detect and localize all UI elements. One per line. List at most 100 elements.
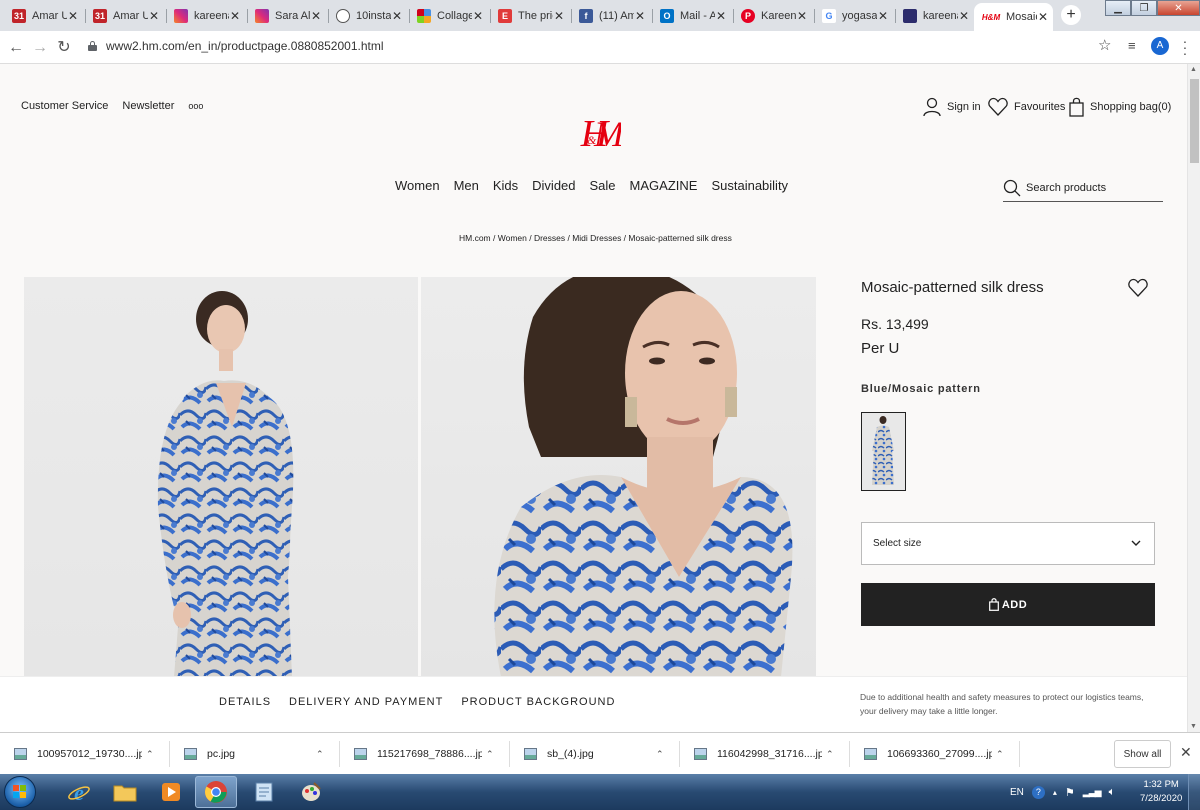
close-tab-icon[interactable]: ✕ [634, 9, 646, 23]
close-tab-icon[interactable]: ✕ [391, 9, 403, 23]
color-swatch-blue-mosaic[interactable] [861, 412, 906, 491]
instagram-favicon-icon [174, 9, 188, 23]
browser-tab[interactable]: Sara Ali ✕ [247, 3, 326, 29]
minimize-window-button[interactable]: ▁ [1105, 0, 1131, 16]
file-explorer-taskbar-icon[interactable] [104, 776, 146, 808]
internet-explorer-taskbar-icon[interactable]: e [58, 776, 100, 808]
tab-details[interactable]: DETAILS [219, 696, 271, 708]
nav-item-men[interactable]: Men [454, 178, 479, 193]
chevron-up-icon[interactable]: ⌃ [146, 749, 154, 760]
shopping-bag-link[interactable]: Shopping bag(0) [1069, 97, 1171, 117]
network-signal-icon[interactable]: ▂▃▅ [1083, 787, 1102, 798]
chevron-up-icon[interactable]: ⌃ [996, 749, 1004, 760]
close-tab-icon[interactable]: ✕ [148, 9, 160, 23]
close-tab-icon[interactable]: ✕ [877, 9, 889, 23]
browser-tab[interactable]: G yogasan ✕ [814, 3, 893, 29]
volume-icon[interactable]: 🔈︎ [1109, 786, 1116, 799]
shopping-bag-icon [1069, 97, 1084, 117]
browser-tab[interactable]: Collage ✕ [409, 3, 488, 29]
close-tab-icon[interactable]: ✕ [310, 9, 322, 23]
browser-tab[interactable]: 31 Amar Uj ✕ [4, 3, 83, 29]
favourites-link[interactable]: Favourites [988, 97, 1065, 116]
media-player-taskbar-icon[interactable] [150, 776, 192, 808]
app-taskbar-icon[interactable] [243, 776, 285, 808]
close-tab-icon[interactable]: ✕ [715, 9, 727, 23]
profile-avatar[interactable]: A [1151, 37, 1169, 55]
chevron-up-icon[interactable]: ⌃ [316, 749, 324, 760]
forward-arrow-icon[interactable]: → [30, 38, 50, 58]
browser-tab[interactable]: kareena ✕ [166, 3, 245, 29]
close-tab-icon[interactable]: ✕ [796, 9, 808, 23]
download-item[interactable]: 116042998_31716....jpg ⌃ [680, 733, 850, 775]
reading-list-icon[interactable]: ≡ [1128, 38, 1136, 53]
nav-item-sustainability[interactable]: Sustainability [711, 178, 788, 193]
system-clock[interactable]: 1:32 PM 7/28/2020 [1140, 778, 1182, 806]
back-arrow-icon[interactable]: ← [6, 38, 26, 58]
close-tab-icon[interactable]: ✕ [958, 9, 970, 23]
paint-taskbar-icon[interactable] [290, 776, 332, 808]
browser-tab[interactable]: f (11) Am ✕ [571, 3, 650, 29]
add-to-bag-button[interactable]: ADD [861, 583, 1155, 626]
tab-delivery-and-payment[interactable]: DELIVERY AND PAYMENT [289, 696, 443, 708]
restore-window-button[interactable]: ❐ [1131, 0, 1157, 16]
scrollbar-thumb[interactable] [1190, 79, 1199, 163]
main-navigation: Women Men Kids Divided Sale MAGAZINE Sus… [395, 178, 788, 193]
close-tab-icon[interactable]: ✕ [472, 9, 484, 23]
chrome-taskbar-icon[interactable] [195, 776, 237, 808]
browser-tab[interactable]: E The pric ✕ [490, 3, 569, 29]
nav-item-kids[interactable]: Kids [493, 178, 518, 193]
close-window-button[interactable]: ✕ [1157, 0, 1200, 16]
page-scrollbar[interactable]: ▲ ▼ [1187, 64, 1200, 732]
download-item[interactable]: 100957012_19730....jpg ⌃ [0, 733, 170, 775]
start-button[interactable] [4, 776, 36, 808]
bookmark-star-icon[interactable]: ☆ [1098, 36, 1111, 54]
flag-icon[interactable]: ⚑ [1065, 786, 1075, 799]
product-image-close-up[interactable] [421, 277, 816, 677]
nav-item-magazine[interactable]: MAGAZINE [630, 178, 698, 193]
add-to-favourites-heart-icon[interactable] [1128, 278, 1148, 297]
chevron-up-icon[interactable]: ⌃ [826, 749, 834, 760]
scroll-down-arrow-icon[interactable]: ▼ [1190, 723, 1197, 730]
show-all-downloads-button[interactable]: Show all [1114, 740, 1171, 768]
utility-links: Customer Service Newsletter ooo [21, 100, 203, 112]
download-item[interactable]: sb_(4).jpg ⌃ [510, 733, 680, 775]
nav-item-sale[interactable]: Sale [590, 178, 616, 193]
nav-item-women[interactable]: Women [395, 178, 440, 193]
download-item[interactable]: pc.jpg ⌃ [170, 733, 340, 775]
close-tab-icon[interactable]: ✕ [229, 9, 241, 23]
browser-menu-icon[interactable]: · · · [1180, 34, 1190, 60]
chevron-up-icon[interactable]: ⌃ [486, 749, 494, 760]
download-item[interactable]: 106693360_27099....jpg ⌃ [850, 733, 1020, 775]
url-field[interactable]: www2.hm.com/en_in/productpage.0880852001… [88, 39, 384, 53]
scroll-up-arrow-icon[interactable]: ▲ [1190, 66, 1197, 73]
browser-tab[interactable]: O Mail - A ✕ [652, 3, 731, 29]
breadcrumb[interactable]: HM.com / Women / Dresses / Midi Dresses … [459, 233, 732, 243]
close-downloads-icon[interactable]: ✕ [1180, 744, 1192, 761]
browser-tab[interactable]: 31 Amar Uj ✕ [85, 3, 164, 29]
product-image-full-length[interactable] [24, 277, 418, 677]
chevron-up-icon[interactable]: ⌃ [656, 749, 664, 760]
download-item[interactable]: 115217698_78886....jpg ⌃ [340, 733, 510, 775]
reload-icon[interactable]: ↻ [54, 38, 74, 58]
browser-tab-active[interactable]: H&M Mosaic- ✕ [974, 3, 1053, 31]
hm-logo[interactable]: H & M [565, 108, 621, 156]
tab-product-background[interactable]: PRODUCT BACKGROUND [461, 696, 615, 708]
new-tab-button[interactable]: + [1061, 5, 1081, 25]
browser-tab[interactable]: P Kareena ✕ [733, 3, 812, 29]
nav-item-divided[interactable]: Divided [532, 178, 575, 193]
browser-tab[interactable]: kareena ✕ [895, 3, 974, 29]
search-input[interactable]: Search products [1003, 174, 1163, 202]
close-tab-icon[interactable]: ✕ [67, 9, 79, 23]
newsletter-link[interactable]: Newsletter [122, 100, 174, 112]
sign-in-link[interactable]: Sign in [923, 97, 981, 117]
more-links-icon[interactable]: ooo [188, 101, 203, 111]
browser-tab[interactable]: 10insta ✕ [328, 3, 407, 29]
size-select[interactable]: Select size [861, 522, 1155, 565]
help-icon[interactable]: ? [1031, 785, 1045, 799]
show-desktop-button[interactable] [1188, 774, 1200, 810]
close-tab-icon[interactable]: ✕ [1037, 10, 1049, 24]
customer-service-link[interactable]: Customer Service [21, 100, 108, 112]
tray-arrow-icon[interactable]: ▴ [1053, 788, 1057, 797]
language-indicator[interactable]: EN [1010, 787, 1024, 798]
close-tab-icon[interactable]: ✕ [553, 9, 565, 23]
